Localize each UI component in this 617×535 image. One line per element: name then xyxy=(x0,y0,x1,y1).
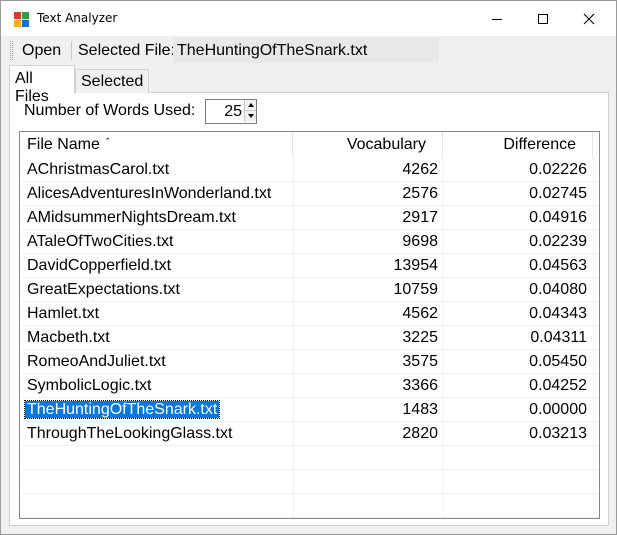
title-bar[interactable]: Text Analyzer xyxy=(1,1,616,36)
vocabulary-cell: 2820 xyxy=(402,425,438,442)
toolbar-separator xyxy=(71,41,72,60)
files-list-view[interactable]: File Name ˆ Vocabulary Difference AChrist… xyxy=(19,131,600,519)
table-row[interactable]: GreatExpectations.txt 10759 0.04080 xyxy=(20,278,599,302)
difference-cell: 0.04311 xyxy=(530,329,587,346)
file-name-cell: DavidCopperfield.txt xyxy=(27,254,171,278)
table-row[interactable]: RomeoAndJuliet.txt 3575 0.05450 xyxy=(20,350,599,374)
table-row[interactable]: AChristmasCarol.txt 4262 0.02226 xyxy=(20,158,599,182)
maximize-button[interactable] xyxy=(520,1,566,36)
file-name-text: DavidCopperfield.txt xyxy=(27,257,172,274)
spin-up-button[interactable] xyxy=(244,100,256,111)
table-row[interactable]: DavidCopperfield.txt 13954 0.04563 xyxy=(20,254,599,278)
file-name-text: AMidsummerNightsDream.txt xyxy=(27,209,236,226)
column-header-label: File Name xyxy=(27,136,100,153)
difference-cell: 0.05450 xyxy=(529,353,587,370)
difference-cell: 0.04343 xyxy=(529,305,587,322)
empty-row xyxy=(20,470,599,494)
vocabulary-cell: 9698 xyxy=(402,233,438,250)
vocabulary-cell: 2576 xyxy=(402,185,438,202)
file-name-text: ATaleOfTwoCities.txt xyxy=(27,233,174,250)
table-row[interactable]: TheHuntingOfTheSnark.txt 1483 0.00000 xyxy=(20,398,599,422)
table-row[interactable]: Hamlet.txt 4562 0.04343 xyxy=(20,302,599,326)
words-used-stepper[interactable]: 25 xyxy=(205,99,257,124)
words-used-label: Number of Words Used: xyxy=(24,102,196,119)
vocabulary-cell: 3366 xyxy=(402,377,438,394)
vocabulary-cell: 2917 xyxy=(402,209,438,226)
file-name-cell: TheHuntingOfTheSnark.txt xyxy=(23,398,221,422)
spin-down-button[interactable] xyxy=(244,111,256,122)
difference-cell: 0.02226 xyxy=(529,161,587,178)
file-name-text: SymbolicLogic.txt xyxy=(27,377,152,394)
table-row[interactable]: AMidsummerNightsDream.txt 2917 0.04916 xyxy=(20,206,599,230)
empty-row xyxy=(20,446,599,470)
file-name-text: Hamlet.txt xyxy=(27,305,100,322)
minimize-button[interactable] xyxy=(474,1,520,36)
table-row[interactable]: SymbolicLogic.txt 3366 0.04252 xyxy=(20,374,599,398)
close-icon xyxy=(583,13,595,25)
vocabulary-cell: 10759 xyxy=(393,281,439,298)
file-name-cell: Hamlet.txt xyxy=(27,302,99,326)
file-name-cell: AlicesAdventuresInWonderland.txt xyxy=(27,182,271,206)
app-icon xyxy=(14,12,30,28)
difference-cell: 0.03213 xyxy=(529,425,587,442)
difference-cell: 0.04916 xyxy=(529,209,587,226)
close-button[interactable] xyxy=(566,1,612,36)
file-name-cell: AChristmasCarol.txt xyxy=(27,158,169,182)
words-used-value[interactable]: 25 xyxy=(208,103,242,121)
file-name-cell: SymbolicLogic.txt xyxy=(27,374,152,398)
selected-file-field[interactable] xyxy=(173,38,439,63)
table-row[interactable]: Macbeth.txt 3225 0.04311 xyxy=(20,326,599,350)
vocabulary-cell: 3575 xyxy=(402,353,438,370)
file-name-text: AChristmasCarol.txt xyxy=(27,161,170,178)
column-header-vocabulary[interactable]: Vocabulary xyxy=(293,132,443,158)
difference-cell: 0.04563 xyxy=(529,257,587,274)
minimize-icon xyxy=(492,19,502,20)
table-row[interactable]: ATaleOfTwoCities.txt 9698 0.02239 xyxy=(20,230,599,254)
file-name-text: RomeoAndJuliet.txt xyxy=(27,353,166,370)
sort-ascending-icon: ˆ xyxy=(105,137,110,149)
difference-cell: 0.02239 xyxy=(529,233,587,250)
file-name-cell: Macbeth.txt xyxy=(27,326,110,350)
app-window: Text Analyzer Open Selected File: All Fi… xyxy=(0,0,617,535)
difference-cell: 0.04252 xyxy=(529,377,587,394)
vocabulary-cell: 3225 xyxy=(402,329,438,346)
spin-up-icon xyxy=(248,103,254,107)
difference-cell: 0.02745 xyxy=(529,185,587,202)
file-name-cell: ATaleOfTwoCities.txt xyxy=(27,230,173,254)
empty-row xyxy=(20,494,599,518)
toolbar: Open Selected File: xyxy=(1,36,616,65)
vocabulary-cell: 1483 xyxy=(402,401,438,418)
file-name-text: GreatExpectations.txt xyxy=(27,281,180,298)
file-name-cell: GreatExpectations.txt xyxy=(27,278,180,302)
toolbar-grip[interactable] xyxy=(10,41,13,60)
column-header-file-name[interactable]: File Name ˆ xyxy=(20,132,293,158)
list-header: File Name ˆ Vocabulary Difference xyxy=(20,132,599,158)
maximize-icon xyxy=(538,14,548,24)
file-name-cell: AMidsummerNightsDream.txt xyxy=(27,206,236,230)
selected-file-label: Selected File: xyxy=(78,42,175,59)
file-name-cell: ThroughTheLookingGlass.txt xyxy=(27,422,232,446)
file-name-text: ThroughTheLookingGlass.txt xyxy=(27,425,233,442)
open-button[interactable]: Open xyxy=(17,40,66,62)
spin-down-icon xyxy=(248,114,254,118)
vocabulary-cell: 4262 xyxy=(402,161,438,178)
column-header-difference[interactable]: Difference xyxy=(443,132,593,158)
file-name-text: AlicesAdventuresInWonderland.txt xyxy=(27,185,272,202)
file-name-cell: RomeoAndJuliet.txt xyxy=(27,350,166,374)
difference-cell: 0.00000 xyxy=(529,401,587,418)
window-title: Text Analyzer xyxy=(37,11,118,25)
file-name-text: Macbeth.txt xyxy=(27,329,110,346)
difference-cell: 0.04080 xyxy=(529,281,587,298)
table-row[interactable]: AlicesAdventuresInWonderland.txt 2576 0.02… xyxy=(20,182,599,206)
table-row[interactable]: ThroughTheLookingGlass.txt 2820 0.03213 xyxy=(20,422,599,446)
vocabulary-cell: 13954 xyxy=(393,257,439,274)
tab-selected[interactable]: Selected xyxy=(75,69,149,93)
tab-all-files[interactable]: All Files xyxy=(9,65,75,105)
file-name-text: TheHuntingOfTheSnark.txt xyxy=(23,400,221,419)
vocabulary-cell: 4562 xyxy=(402,305,438,322)
